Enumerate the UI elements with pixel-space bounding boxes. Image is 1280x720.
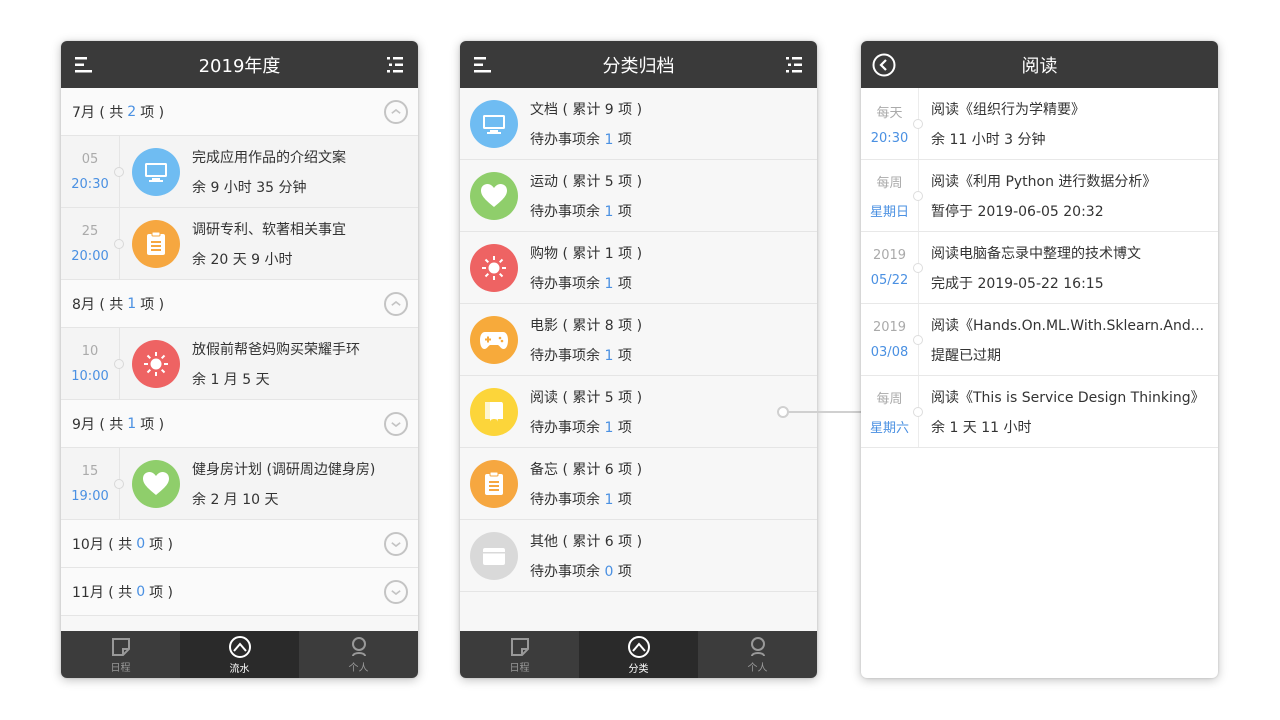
app-header: 2019年度 (61, 41, 418, 88)
reading-row[interactable]: 每周 星期六 阅读《This is Service Design Thinking… (861, 376, 1218, 448)
expand-icon[interactable] (384, 532, 408, 556)
reading-row[interactable]: 每天 20:30 阅读《组织行为学精要》余 11 小时 3 分钟 (861, 88, 1218, 160)
flow-icon (627, 635, 650, 658)
sun-icon (470, 243, 518, 292)
category-row[interactable]: 阅读 ( 累计 5 项 ) 待办事项余 1 项 (460, 376, 817, 448)
calendar-note-icon (510, 637, 529, 656)
tab-bar: 日程 分类 个人 (460, 631, 817, 678)
app-header: 分类归档 (460, 41, 817, 88)
book-icon (470, 387, 518, 436)
category-screen: 分类归档 文档 ( 累计 9 项 ) 待办事项余 1 项 运动 ( 累计 5 项 … (460, 41, 817, 678)
timeline-screen: 2019年度 7月 ( 共 2 项 ) 05 20:30 完成应用作品的介绍文案余… (61, 41, 418, 678)
list-icon[interactable] (783, 54, 805, 76)
tab-category[interactable]: 分类 (579, 631, 698, 678)
month-header[interactable]: 11月 ( 共 0 项 ) (61, 568, 418, 616)
reading-row[interactable]: 2019 05/22 阅读电脑备忘录中整理的技术博文 完成于 2019-05-22 … (861, 232, 1218, 304)
gamepad-icon (470, 315, 518, 364)
sun-icon (132, 340, 180, 388)
tab-bar: 日程 流水 个人 (61, 631, 418, 678)
category-row[interactable]: 电影 ( 累计 8 项 ) 待办事项余 1 项 (460, 304, 817, 376)
page-title: 分类归档 (602, 55, 675, 77)
collapse-icon[interactable] (384, 292, 408, 316)
category-row[interactable]: 购物 ( 累计 1 项 ) 待办事项余 1 项 (460, 232, 817, 304)
reading-row[interactable]: 2019 03/08 阅读《Hands.On.ML.With.Sklearn.An… (861, 304, 1218, 376)
page-title: 阅读 (1021, 55, 1058, 77)
connector-line (777, 406, 864, 418)
collapse-icon[interactable] (384, 100, 408, 124)
heart-icon (470, 171, 518, 220)
monitor-icon (470, 99, 518, 148)
category-row[interactable]: 其他 ( 累计 6 项 ) 待办事项余 0 项 (460, 520, 817, 592)
page-title: 2019年度 (198, 55, 281, 77)
monitor-icon (132, 148, 180, 196)
menu-icon[interactable] (73, 54, 95, 76)
category-row[interactable]: 文档 ( 累计 9 项 ) 待办事项余 1 项 (460, 88, 817, 160)
month-header[interactable]: 10月 ( 共 0 项 ) (61, 520, 418, 568)
month-header[interactable]: 9月 ( 共 1 项 ) (61, 400, 418, 448)
reading-screen: 阅读 每天 20:30 阅读《组织行为学精要》余 11 小时 3 分钟 每周 星期日… (861, 41, 1218, 678)
flow-icon (228, 635, 251, 658)
task-row[interactable]: 25 20:00 调研专利、软著相关事宜余 20 天 9 小时 (61, 208, 418, 280)
tab-schedule[interactable]: 日程 (61, 631, 180, 678)
month-header[interactable]: 7月 ( 共 2 项 ) (61, 88, 418, 136)
person-icon (351, 636, 366, 656)
list-icon[interactable] (384, 54, 406, 76)
tab-schedule[interactable]: 日程 (460, 631, 579, 678)
heart-icon (132, 460, 180, 508)
box-icon (470, 531, 518, 580)
category-row[interactable]: 备忘 ( 累计 6 项 ) 待办事项余 1 项 (460, 448, 817, 520)
expand-icon[interactable] (384, 580, 408, 604)
app-header: 阅读 (861, 41, 1218, 88)
expand-icon[interactable] (384, 412, 408, 436)
task-row[interactable]: 15 19:00 健身房计划 (调研周边健身房) 余 2 月 10 天 (61, 448, 418, 520)
person-icon (750, 636, 765, 656)
tab-profile[interactable]: 个人 (299, 631, 418, 678)
month-header[interactable]: 8月 ( 共 1 项 ) (61, 280, 418, 328)
category-row[interactable]: 运动 ( 累计 5 项 ) 待办事项余 1 项 (460, 160, 817, 232)
memo-icon (132, 220, 180, 268)
memo-icon (470, 459, 518, 508)
reading-row[interactable]: 每周 星期日 阅读《利用 Python 进行数据分析》 暂停于 2019-06-05… (861, 160, 1218, 232)
task-row[interactable]: 05 20:30 完成应用作品的介绍文案余 9 小时 35 分钟 (61, 136, 418, 208)
tab-flow[interactable]: 流水 (180, 631, 299, 678)
calendar-note-icon (111, 637, 130, 656)
menu-icon[interactable] (472, 54, 494, 76)
back-icon[interactable] (872, 53, 896, 77)
task-row[interactable]: 10 10:00 放假前帮爸妈购买荣耀手环余 1 月 5 天 (61, 328, 418, 400)
tab-profile[interactable]: 个人 (698, 631, 817, 678)
